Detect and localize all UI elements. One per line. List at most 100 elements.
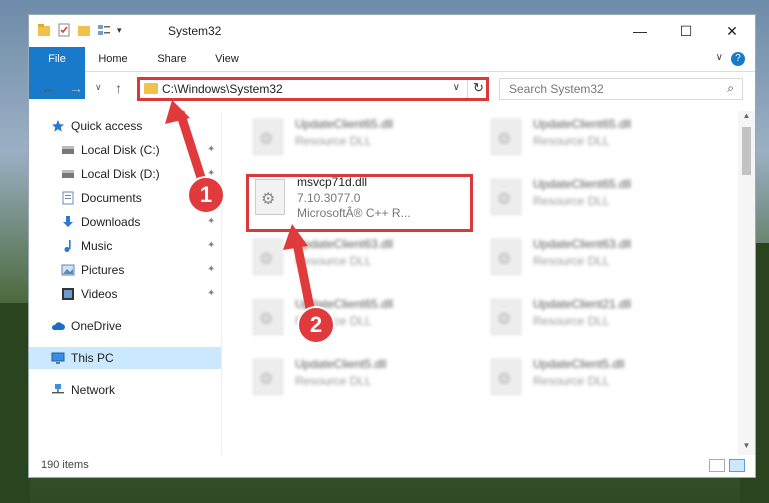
navigation-bar: ← → ∨ ↑ C:\Windows\System32 ∨ ↻ Search S… xyxy=(29,72,755,106)
file-type: Resource DLL xyxy=(295,374,372,388)
gear-icon: ⚙ xyxy=(259,131,274,148)
sidebar-item-label: Music xyxy=(81,239,113,253)
file-item[interactable]: ⚙ UpdateClient65.dll Resource DLL xyxy=(247,291,477,343)
pin-icon[interactable]: ✦ xyxy=(207,283,215,305)
search-icon[interactable]: ⌕ xyxy=(727,81,734,96)
up-icon[interactable]: ↑ xyxy=(115,80,122,96)
sidebar-item-music[interactable]: Music ✦ xyxy=(61,235,219,257)
sidebar-item-label: Documents xyxy=(81,191,142,205)
sidebar-item-videos[interactable]: Videos ✦ xyxy=(61,283,219,305)
details-view-icon[interactable] xyxy=(709,459,725,472)
pin-icon[interactable]: ✦ xyxy=(207,235,215,257)
pictures-icon xyxy=(61,264,75,276)
sidebar-item-onedrive[interactable]: OneDrive xyxy=(51,315,219,337)
download-icon xyxy=(63,216,73,227)
file-type: Resource DLL xyxy=(533,374,610,388)
pin-icon[interactable]: ✦ xyxy=(207,259,215,281)
file-name: UpdateClient21.dll xyxy=(533,297,632,311)
file-name: UpdateClient63.dll xyxy=(295,237,394,251)
window-title: System32 xyxy=(168,24,222,38)
sidebar-item-label: Downloads xyxy=(81,215,141,229)
gear-icon: ⚙ xyxy=(497,191,512,208)
help-icon[interactable]: ? xyxy=(731,52,745,66)
large-icons-view-icon[interactable] xyxy=(729,459,745,472)
vertical-scrollbar[interactable]: ▲ ▼ xyxy=(738,111,755,455)
scroll-up-icon[interactable]: ▲ xyxy=(738,111,755,125)
file-item[interactable]: ⚙ UpdateClient65.dll Resource DLL xyxy=(485,111,715,163)
file-list: ⚙ UpdateClient65.dll Resource DLL ⚙ Upda… xyxy=(229,111,737,455)
view-switcher xyxy=(709,459,745,472)
ribbon-tabs: File Home Share View ∨ ? xyxy=(29,47,755,99)
file-item[interactable]: ⚙ UpdateClient21.dll Resource DLL xyxy=(485,291,715,343)
customize-toolbar-icon[interactable] xyxy=(97,23,111,37)
gear-icon: ⚙ xyxy=(497,311,512,328)
pin-icon[interactable]: ✦ xyxy=(207,139,215,161)
ribbon-collapse-icon[interactable]: ∨ xyxy=(716,52,723,63)
forward-icon[interactable]: → xyxy=(69,80,83,96)
videos-icon xyxy=(62,288,74,300)
explorer-window: ▾ System32 — ☐ ✕ File Home Share View ∨ … xyxy=(28,14,756,478)
cloud-icon xyxy=(51,322,65,330)
sidebar-item-label: This PC xyxy=(71,351,114,365)
sidebar-item-label: Pictures xyxy=(81,263,125,277)
scroll-down-icon[interactable]: ▼ xyxy=(738,441,755,455)
file-name: UpdateClient65.dll xyxy=(295,117,394,131)
file-name: UpdateClient63.dll xyxy=(533,237,632,251)
sidebar-item-quick-access[interactable]: Quick access xyxy=(51,115,219,137)
tab-share[interactable]: Share xyxy=(147,47,197,71)
new-folder-icon[interactable] xyxy=(77,23,91,37)
file-item[interactable]: ⚙ UpdateClient5.dll Resource DLL xyxy=(247,351,477,403)
sidebar-item-label: Local Disk (C:) xyxy=(81,143,160,157)
toolbar-dropdown-icon[interactable]: ▾ xyxy=(117,25,122,36)
gear-icon: ⚙ xyxy=(497,131,512,148)
scrollbar-thumb[interactable] xyxy=(742,127,751,175)
gear-icon: ⚙ xyxy=(259,311,274,328)
file-item[interactable]: ⚙ UpdateClient63.dll Resource DLL xyxy=(247,231,477,283)
sidebar-item-this-pc[interactable]: This PC xyxy=(29,347,221,369)
tab-view[interactable]: View xyxy=(205,47,249,71)
close-button[interactable]: ✕ xyxy=(709,15,755,47)
file-item[interactable]: ⚙ UpdateClient65.dll Resource DLL xyxy=(485,171,715,223)
file-type: Resource DLL xyxy=(295,134,372,148)
quick-access-toolbar: ▾ xyxy=(37,23,122,37)
background-tree xyxy=(0,303,30,503)
sidebar-item-label: Local Disk (D:) xyxy=(81,167,160,181)
pin-icon[interactable]: ✦ xyxy=(207,211,215,233)
sidebar-item-local-disk-c[interactable]: Local Disk (C:) ✦ xyxy=(61,139,219,161)
back-icon[interactable]: ← xyxy=(41,80,55,96)
sidebar-item-pictures[interactable]: Pictures ✦ xyxy=(61,259,219,281)
status-bar: 190 items xyxy=(29,455,755,477)
sidebar-item-label: Network xyxy=(71,383,116,397)
search-box[interactable]: Search System32 ⌕ xyxy=(499,78,743,100)
window-controls: — ☐ ✕ xyxy=(617,15,755,47)
gear-icon: ⚙ xyxy=(497,371,512,388)
folder-icon xyxy=(38,24,50,36)
navigation-pane: Quick access Local Disk (C:) ✦ Local Dis… xyxy=(29,111,222,455)
file-highlight-box xyxy=(246,174,473,232)
file-type: Resource DLL xyxy=(295,254,372,268)
sidebar-item-label: Quick access xyxy=(71,119,143,133)
gear-icon: ⚙ xyxy=(497,251,512,268)
minimize-button[interactable]: — xyxy=(617,15,663,47)
file-item[interactable]: ⚙ UpdateClient63.dll Resource DLL xyxy=(485,231,715,283)
tab-home[interactable]: Home xyxy=(91,47,135,71)
computer-icon xyxy=(51,352,65,364)
file-type: Resource DLL xyxy=(533,254,610,268)
callout-bubble-1: 1 xyxy=(187,176,225,214)
file-item[interactable]: ⚙ UpdateClient5.dll Resource DLL xyxy=(485,351,715,403)
recent-locations-icon[interactable]: ∨ xyxy=(95,82,102,93)
maximize-button[interactable]: ☐ xyxy=(663,15,709,47)
file-item[interactable]: ⚙ UpdateClient65.dll Resource DLL xyxy=(247,111,477,163)
documents-icon xyxy=(62,191,74,205)
drive-icon xyxy=(62,170,74,178)
file-name: UpdateClient65.dll xyxy=(533,117,632,131)
search-input[interactable]: Search System32 xyxy=(509,82,604,96)
sidebar-item-network[interactable]: Network xyxy=(51,379,219,401)
sidebar-item-downloads[interactable]: Downloads ✦ xyxy=(61,211,219,233)
address-highlight-box xyxy=(137,77,489,101)
item-count: 190 items xyxy=(41,459,89,471)
properties-icon[interactable] xyxy=(57,23,71,37)
file-name: UpdateClient5.dll xyxy=(295,357,387,371)
file-name: UpdateClient65.dll xyxy=(533,177,632,191)
sidebar-item-label: Videos xyxy=(81,287,118,301)
